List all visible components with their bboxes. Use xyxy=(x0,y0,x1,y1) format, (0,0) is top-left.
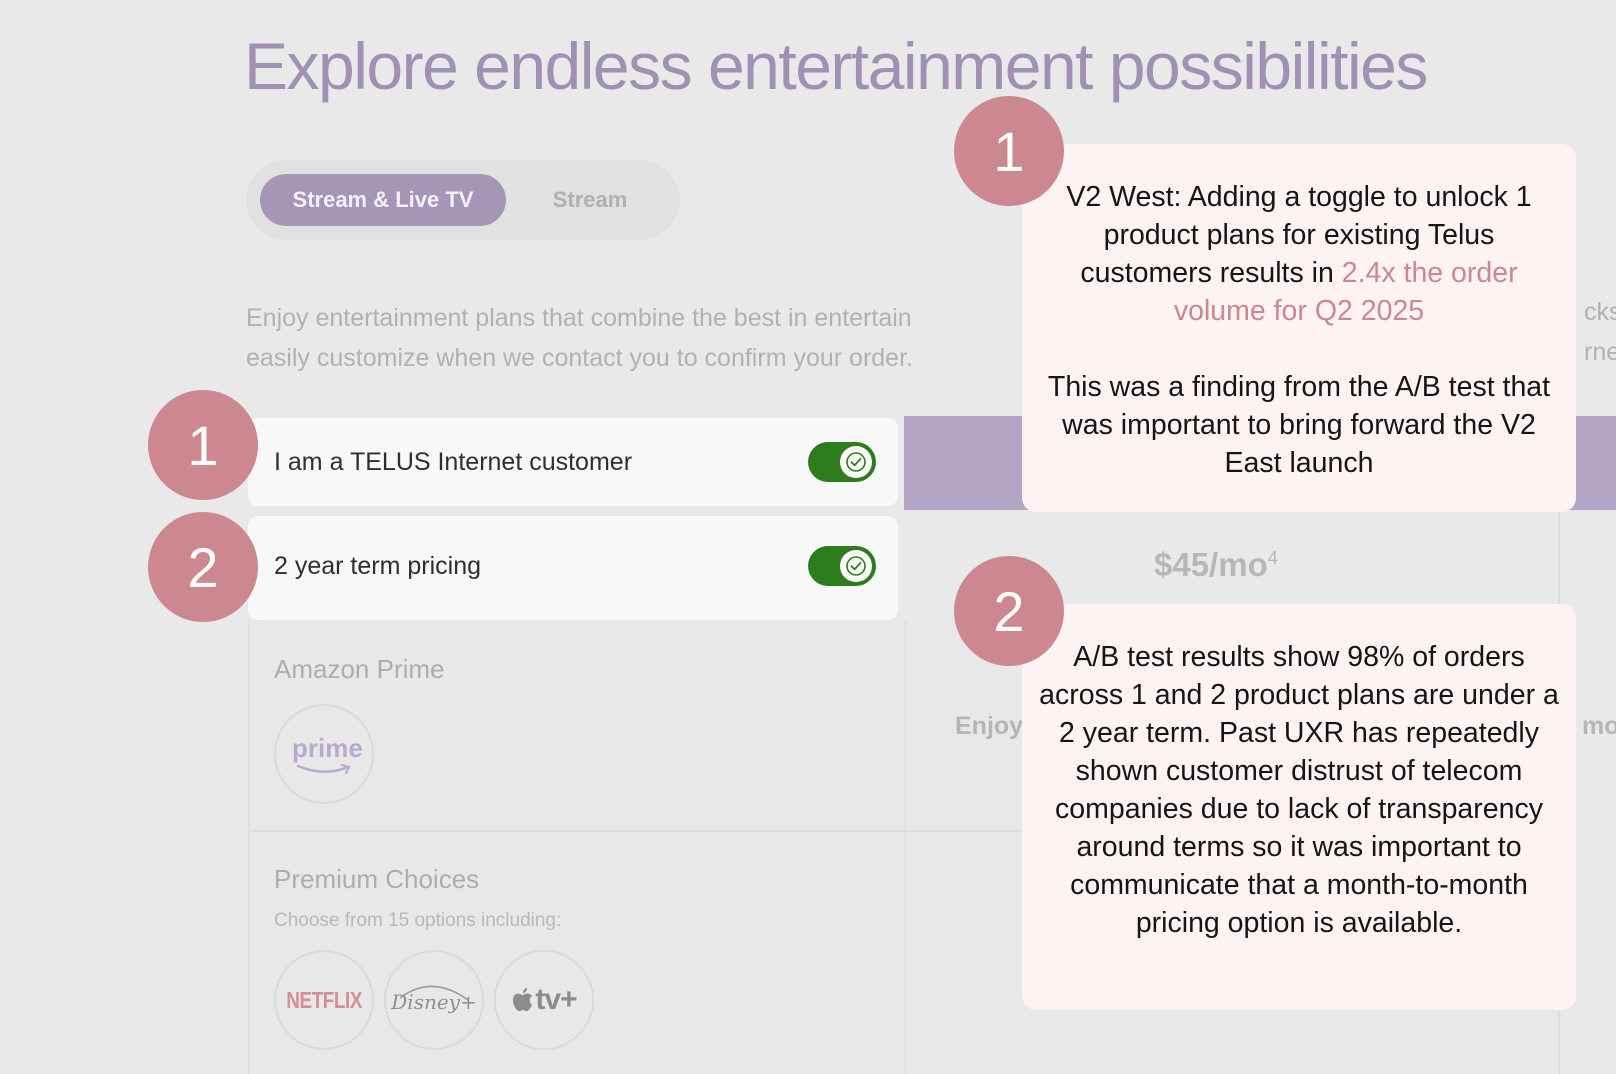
annotation-badge-2: 2 xyxy=(954,556,1064,666)
telus-customer-label: I am a TELUS Internet customer xyxy=(274,448,633,476)
prime-logo[interactable]: prime xyxy=(274,704,374,804)
amazon-prime-title: Amazon Prime xyxy=(274,654,445,684)
plan-type-toggle: Stream & Live TV Stream xyxy=(246,160,680,240)
premium-choices-subtitle: Choose from 15 options including: xyxy=(274,910,562,931)
netflix-logo-text: NETFLIX xyxy=(286,986,362,1013)
telus-customer-option: I am a TELUS Internet customer xyxy=(248,418,898,506)
tab-stream-live-tv[interactable]: Stream & Live TV xyxy=(260,174,506,226)
price-footnote: 4 xyxy=(1267,548,1278,568)
plan-mo-text: mo xyxy=(1582,712,1616,740)
tab-stream[interactable]: Stream xyxy=(520,174,660,226)
annotation-badge-1-left: 1 xyxy=(148,390,258,500)
plan-enjoy-text: Enjoy xyxy=(955,712,1024,740)
disney-plus-logo[interactable]: Disney+ xyxy=(384,950,484,1050)
netflix-logo[interactable]: NETFLIX xyxy=(274,950,374,1050)
annotation-note-1: V2 West: Adding a toggle to unlock 1 pro… xyxy=(1022,144,1576,512)
annotation-note-2: A/B test results show 98% of orders acro… xyxy=(1022,604,1576,1010)
telus-customer-switch[interactable] xyxy=(808,442,876,482)
plan-price: $45/mo4 xyxy=(1154,546,1278,584)
apple-icon xyxy=(513,988,533,1012)
amazon-smile-icon xyxy=(296,764,351,774)
annotation-badge-1: 1 xyxy=(954,96,1064,206)
term-pricing-switch[interactable] xyxy=(808,546,876,586)
term-pricing-option: 2 year term pricing xyxy=(248,516,898,620)
annotation-badge-2-left: 2 xyxy=(148,512,258,622)
apple-tv-plus-logo[interactable]: tv+ xyxy=(494,950,594,1050)
page-title: Explore endless entertainment possibilit… xyxy=(244,29,1428,103)
prime-logo-text: prime xyxy=(292,733,363,763)
check-icon xyxy=(840,550,872,582)
intro-clip-right-1: cks xyxy=(1584,298,1616,326)
intro-clip-right-2: rnet xyxy=(1584,338,1616,366)
check-icon xyxy=(840,446,872,478)
term-pricing-label: 2 year term pricing xyxy=(274,552,482,580)
note-1-text-b: This was a finding from the A/B test tha… xyxy=(1047,371,1551,479)
note-2-text: A/B test results show 98% of orders acro… xyxy=(1039,641,1559,939)
apple-tv-logo-text: tv+ xyxy=(535,983,577,1016)
premium-choices-title: Premium Choices xyxy=(274,864,480,894)
disney-logo-text: Disney+ xyxy=(391,990,477,1014)
plan-column-divider xyxy=(904,620,906,1074)
plan-price-value: $45/mo xyxy=(1154,546,1268,583)
